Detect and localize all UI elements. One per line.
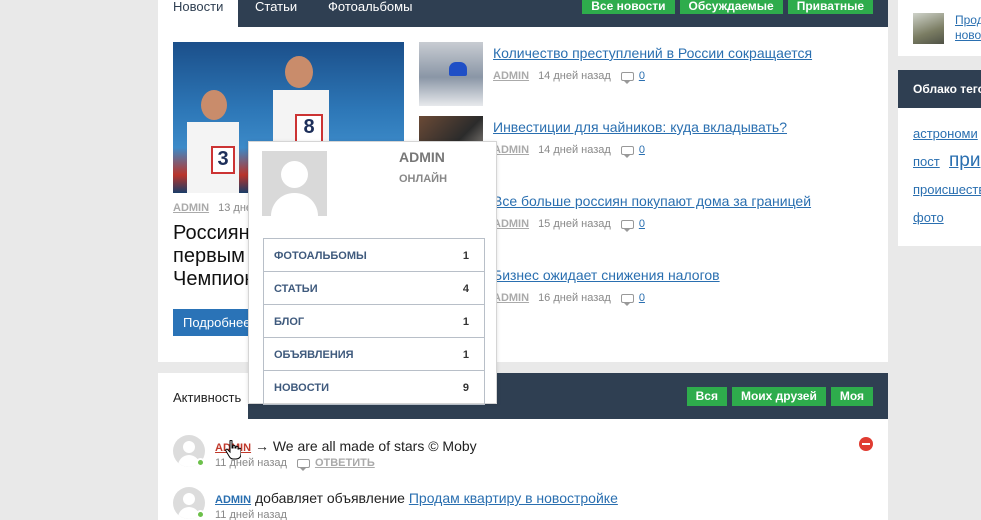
sidebar-link-line: ново [955,28,981,42]
activity-author-link[interactable]: ADMIN [215,494,251,506]
comment-count-link[interactable]: 0 [639,70,645,82]
sidebar-link[interactable]: Прод ново [955,13,981,43]
tag-cloud-title: Облако тегов [898,70,981,108]
filter-discussed-button[interactable]: Обсуждаемые [679,0,783,14]
news-date: 14 дней назад [538,70,611,82]
popover-stat-row[interactable]: СТАТЬИ 4 [264,272,484,305]
user-popover: ADMIN ОНЛАЙН ФОТОАЛЬБОМЫ 1 СТАТЬИ 4 БЛОГ… [248,141,497,405]
featured-author-link[interactable]: ADMIN [173,202,209,214]
popover-stats-table: ФОТОАЛЬБОМЫ 1 СТАТЬИ 4 БЛОГ 1 ОБЪЯВЛЕНИЯ… [263,238,485,405]
activity-filter-all-button[interactable]: Вся [686,387,727,406]
news-title-link[interactable]: Инвестиции для чайников: куда вкладывать… [493,119,787,135]
online-indicator [196,510,205,519]
stat-label: ФОТОАЛЬБОМЫ [274,250,367,262]
tag-link[interactable]: фото [913,210,944,225]
filter-all-news-button[interactable]: Все новости [582,0,675,14]
news-thumbnail[interactable] [419,42,483,106]
news-meta: ADMIN 16 дней назад 0 [493,292,645,306]
news-meta: ADMIN 14 дней назад 0 [493,70,645,84]
stat-label: СТАТЬИ [274,283,318,295]
bib-number-right: 8 [295,114,323,144]
news-title-link[interactable]: Все больше россиян покупают дома за гран… [493,193,811,209]
news-title-link[interactable]: Количество преступлений в России сокраща… [493,45,812,61]
comment-icon [620,293,634,306]
delete-icon[interactable] [859,437,873,451]
comment-count-link[interactable]: 0 [639,292,645,304]
sidebar-latest-widget: Прод ново [898,0,981,56]
activity-title: Активность [173,390,242,405]
tag-link[interactable]: астрономи [913,126,978,141]
sidebar-link-line: Прод [955,13,981,27]
tag-link[interactable]: пост [913,154,940,169]
popover-status: ОНЛАЙН [399,173,448,185]
news-list-item: Количество преступлений в России сокраща… [419,42,879,106]
news-meta: ADMIN 14 дней назад 0 [493,144,645,158]
activity-filter-mine-button[interactable]: Моя [830,387,873,406]
stat-label: БЛОГ [274,316,305,328]
activity-message: → We are all made of stars © Moby [254,438,477,454]
police-light-icon [449,62,467,76]
news-tabs: Новости Статьи Фотоальбомы Все новости О… [158,0,888,27]
activity-row: ADMIN добавляет объявление Продам кварти… [173,487,873,520]
news-meta: ADMIN 15 дней назад 0 [493,218,645,232]
comment-icon [620,145,634,158]
news-title-link[interactable]: Бизнес ожидает снижения налогов [493,267,720,283]
reply-link[interactable]: ОТВЕТИТЬ [315,457,375,469]
comment-icon [620,71,634,84]
stat-label: НОВОСТИ [274,382,330,394]
activity-text: ADMIN добавляет объявление Продам кварти… [215,490,618,506]
reply-icon [296,458,310,471]
comment-icon [620,219,634,232]
comment-count-link[interactable]: 0 [639,218,645,230]
stat-count: 9 [462,382,469,394]
tab-photoalbums[interactable]: Фотоальбомы [313,0,427,27]
news-author-link[interactable]: ADMIN [493,144,529,156]
activity-object-link[interactable]: Продам квартиру в новостройке [409,490,618,506]
tag-cloud-widget: Облако тегов астрономи пост при происшес… [898,70,981,246]
activity-message: добавляет объявление [254,490,405,506]
stat-label: ОБЪЯВЛЕНИЯ [274,349,354,361]
tab-articles[interactable]: Статьи [240,0,312,27]
stat-count: 1 [462,349,469,361]
popover-stat-row[interactable]: БЛОГ 1 [264,305,484,338]
bib-number-left: 3 [211,146,235,174]
runner-head-right [285,56,313,88]
popover-stat-row[interactable]: ОБЪЯВЛЕНИЯ 1 [264,338,484,371]
activity-row: ADMIN → We are all made of stars © Moby … [173,435,873,475]
news-date: 15 дней назад [538,218,611,230]
news-author-link[interactable]: ADMIN [493,292,529,304]
tab-news[interactable]: Новости [158,0,239,27]
activity-date: 11 дней назад [215,509,287,520]
news-date: 14 дней назад [538,144,611,156]
news-filters: Все новости Обсуждаемые Приватные [582,0,873,14]
stat-count: 1 [462,316,469,328]
stat-count: 4 [462,283,469,295]
online-indicator [196,458,205,467]
tag-link[interactable]: происшеств [913,182,981,197]
tag-link[interactable]: при [949,150,980,172]
sidebar-thumbnail[interactable] [913,13,944,44]
popover-stat-row[interactable]: НОВОСТИ 9 [264,371,484,404]
activity-meta: 11 дней назад [215,509,287,520]
comment-count-link[interactable]: 0 [639,144,645,156]
popover-avatar[interactable] [262,151,327,216]
popover-stat-row[interactable]: ФОТОАЛЬБОМЫ 1 [264,239,484,272]
news-author-link[interactable]: ADMIN [493,218,529,230]
hand-cursor-icon [225,440,241,460]
news-author-link[interactable]: ADMIN [493,70,529,82]
popover-username[interactable]: ADMIN [399,149,445,165]
activity-text: ADMIN → We are all made of stars © Moby [215,438,477,454]
stat-count: 1 [462,250,469,262]
runner-head-left [201,90,227,120]
news-date: 16 дней назад [538,292,611,304]
activity-filters: Вся Моих друзей Моя [686,387,873,406]
filter-private-button[interactable]: Приватные [787,0,873,14]
activity-filter-friends-button[interactable]: Моих друзей [731,387,826,406]
